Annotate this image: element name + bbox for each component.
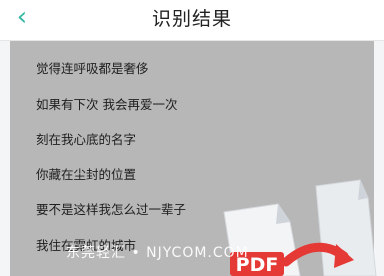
result-line: 刻在我心底的名字 — [36, 132, 137, 147]
result-line: 要不是这样我怎么过一辈子 — [36, 202, 187, 217]
result-line: 如果有下次 我会再爱一次 — [36, 97, 178, 112]
page-fold-shape — [276, 204, 290, 224]
top-bar: ‹ 识别结果 — [0, 0, 384, 41]
page-title: 识别结果 — [151, 8, 232, 30]
result-line: 觉得连呼吸都是奢侈 — [36, 61, 149, 76]
watermark: 东莞轻汇 • NJYCOM.COM — [66, 245, 249, 261]
result-line: 你藏在尘封的位置 — [36, 167, 137, 182]
